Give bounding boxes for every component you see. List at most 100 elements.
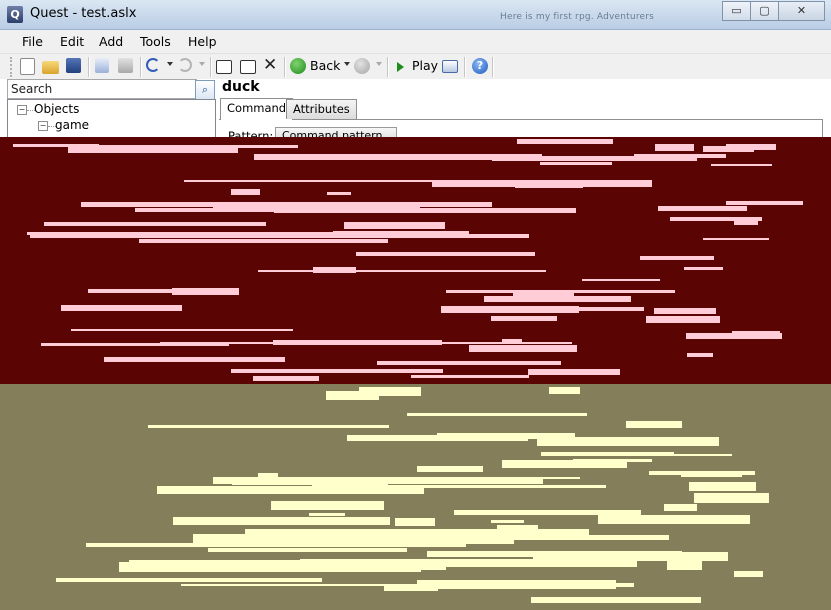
title-bar: Q Quest - test.aslx Here is my first rpg… [0, 0, 831, 30]
tab-attributes[interactable]: Attributes [286, 99, 357, 119]
glitch-stripe [726, 201, 803, 205]
toolbar-grip[interactable] [10, 57, 12, 77]
corrupted-region-bottom [0, 384, 831, 610]
menu-tools[interactable]: Tools [140, 34, 171, 49]
toolbar-separator [210, 57, 212, 77]
menu-file[interactable]: File [22, 34, 43, 49]
glitch-stripe [258, 270, 546, 272]
glitch-stripe [641, 454, 732, 456]
play-icon[interactable] [397, 62, 404, 72]
glitch-stripe [537, 437, 719, 446]
glitch-stripe [670, 217, 762, 221]
glitch-stripe [56, 578, 322, 582]
glitch-stripe [344, 222, 445, 229]
back-button[interactable]: Back [310, 58, 340, 73]
glitch-stripe [432, 180, 652, 187]
glitch-stripe [626, 421, 682, 428]
glitch-stripe [491, 520, 524, 523]
glitch-stripe [703, 238, 769, 240]
search-icon[interactable]: ⌕ [195, 80, 215, 100]
tab-command[interactable]: Command [220, 98, 294, 120]
play-button[interactable]: Play [412, 58, 438, 73]
glitch-stripe [44, 222, 266, 226]
glitch-stripe [734, 571, 763, 577]
undo-icon[interactable] [146, 58, 160, 72]
glitch-stripe [582, 279, 660, 281]
menu-bar: File Edit Add Tools Help [0, 30, 831, 54]
glitch-stripe [181, 584, 451, 586]
glitch-stripe [684, 267, 723, 270]
maximize-button[interactable]: ▢ [750, 1, 779, 21]
background-window-text: Here is my first rpg. Adventurers [500, 12, 655, 22]
undo-dropdown-icon[interactable] [167, 62, 173, 66]
glitch-stripe [213, 205, 420, 210]
back-arrow-icon[interactable] [290, 58, 306, 74]
glitch-stripe [27, 232, 451, 235]
open-folder-icon[interactable] [42, 61, 59, 74]
new-file-icon[interactable] [20, 58, 35, 75]
glitch-stripe [598, 515, 750, 524]
corrupted-region-top [0, 137, 831, 384]
glitch-stripe [502, 339, 522, 342]
glitch-stripe [319, 477, 580, 479]
toolbar: ✕ Back Play ? [0, 54, 831, 79]
tree-item-objects[interactable]: Objects [34, 102, 79, 116]
forward-arrow-icon [354, 58, 370, 74]
glitch-stripe [254, 154, 542, 160]
menu-help[interactable]: Help [188, 34, 217, 49]
glitch-stripe [654, 308, 716, 314]
glitch-stripe [253, 376, 319, 381]
glitch-stripe [646, 316, 720, 323]
glitch-stripe [327, 192, 351, 195]
glitch-stripe [104, 357, 285, 362]
back-dropdown-icon[interactable] [344, 62, 350, 66]
glitch-stripe [726, 144, 776, 150]
glitch-stripe [711, 164, 772, 166]
collapse-game-icon[interactable]: − [38, 121, 48, 131]
glitch-stripe [231, 189, 260, 195]
toolbar-separator [464, 57, 466, 77]
code-view-icon[interactable] [442, 60, 458, 73]
tree-item-game[interactable]: game [55, 118, 89, 132]
glitch-stripe [347, 435, 528, 441]
menu-edit[interactable]: Edit [60, 34, 84, 49]
forward-dropdown-icon [376, 62, 382, 66]
glitch-stripe [61, 305, 182, 311]
glitch-stripe [139, 239, 388, 243]
window-controls: ▭ ▢ ✕ [722, 1, 825, 21]
glitch-stripe [172, 288, 239, 295]
glitch-stripe [359, 387, 421, 396]
glitch-stripe [664, 504, 697, 511]
search-input[interactable]: Search [7, 79, 197, 99]
toolbar-separator [492, 57, 494, 77]
glitch-stripe [540, 162, 612, 165]
glitch-stripe [208, 548, 407, 552]
glitch-stripe [68, 146, 238, 153]
glitch-stripe [502, 460, 627, 468]
glitch-stripe [528, 369, 620, 375]
editor-tabs: Command Attributes [219, 98, 823, 120]
toolbar-separator [140, 57, 142, 77]
glitch-stripe [88, 289, 174, 293]
quest-app-icon: Q [7, 6, 23, 23]
window-title: Quest - test.aslx [30, 6, 137, 21]
glitch-stripe [71, 329, 293, 331]
delete-icon[interactable]: ✕ [263, 55, 277, 75]
minimize-button[interactable]: ▭ [722, 1, 751, 21]
object-tree[interactable]: − Objects − game [7, 99, 216, 137]
help-icon[interactable]: ? [472, 58, 488, 74]
copy-icon[interactable] [95, 58, 109, 73]
glitch-stripe [694, 493, 769, 503]
glitch-stripe [640, 256, 714, 260]
glitch-stripe [41, 343, 229, 346]
menu-add[interactable]: Add [99, 34, 123, 49]
add-object-icon[interactable] [216, 60, 232, 74]
add-room-icon[interactable] [240, 60, 256, 74]
close-button[interactable]: ✕ [778, 1, 825, 21]
glitch-stripe [469, 345, 577, 352]
collapse-objects-icon[interactable]: − [17, 105, 27, 115]
save-icon[interactable] [66, 58, 81, 73]
object-name-heading: duck [222, 79, 260, 95]
glitch-stripe [658, 206, 747, 211]
glitch-stripe [604, 552, 728, 561]
